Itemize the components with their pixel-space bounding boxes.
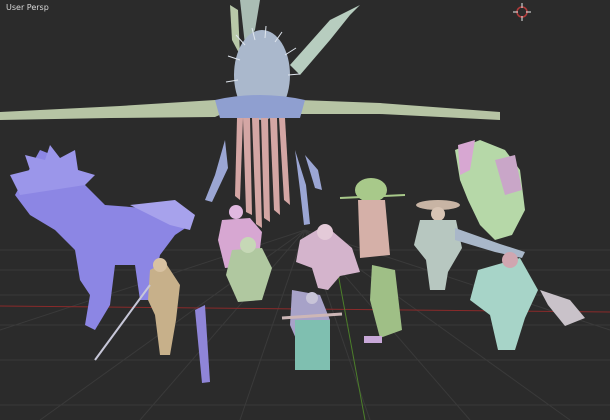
- scarf-figure[interactable]: [470, 252, 585, 350]
- scene-canvas[interactable]: [0, 0, 610, 420]
- cloaked-traveler[interactable]: [296, 224, 360, 290]
- view-mode-label: User Persp: [6, 3, 49, 12]
- leafy-creature[interactable]: [455, 140, 525, 240]
- floor-item[interactable]: [364, 336, 382, 343]
- crosshair-icon[interactable]: [512, 2, 532, 22]
- cart-figure[interactable]: [281, 290, 343, 370]
- 3d-viewport[interactable]: User Persp: [0, 0, 610, 420]
